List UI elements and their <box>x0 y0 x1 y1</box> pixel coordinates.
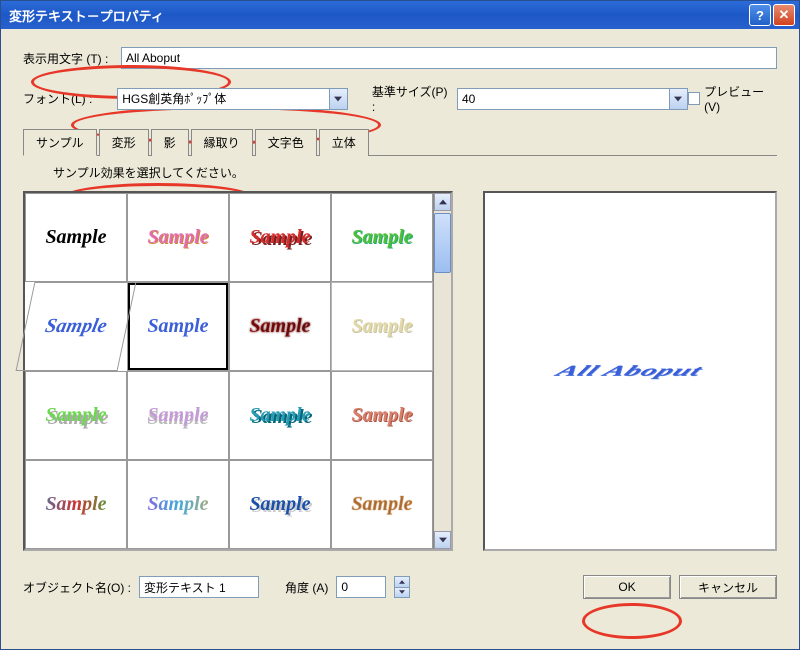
sample-cell[interactable]: Sample <box>229 460 331 549</box>
sample-cell[interactable]: Sample <box>16 282 137 371</box>
sample-cell[interactable]: Sample <box>331 193 433 282</box>
sample-cell[interactable]: Sample <box>127 282 229 371</box>
display-text-label: 表示用文字 (T) : <box>23 50 121 67</box>
base-size-label: 基準サイズ(P) : <box>372 83 451 114</box>
close-button[interactable]: ✕ <box>773 4 795 26</box>
spin-down-icon[interactable] <box>395 588 409 598</box>
scroll-thumb[interactable] <box>434 213 451 273</box>
scrollbar[interactable] <box>433 193 451 549</box>
chevron-down-icon[interactable] <box>330 88 348 110</box>
angle-stepper[interactable] <box>394 576 410 598</box>
scroll-track[interactable] <box>434 273 451 531</box>
cancel-button[interactable]: キャンセル <box>679 575 777 599</box>
tab-hint: サンプル効果を選択してください。 <box>53 164 777 181</box>
angle-label: 角度 (A) <box>285 579 328 596</box>
annotation-ring <box>582 603 682 639</box>
tab-bar: サンプル 変形 影 縁取り 文字色 立体 <box>23 128 777 156</box>
font-label: フォント(L) : <box>23 90 117 107</box>
scroll-up-icon[interactable] <box>434 193 451 211</box>
scroll-down-icon[interactable] <box>434 531 451 549</box>
window-title: 変形テキスト－プロパティ <box>9 6 747 25</box>
sample-cell[interactable]: Sample <box>127 193 229 282</box>
sample-grid: Sample Sample Sample Sample Sample Sampl… <box>23 191 453 551</box>
tab-3d[interactable]: 立体 <box>319 129 369 156</box>
preview-pane: All Aboput <box>483 191 777 551</box>
font-combo-value[interactable] <box>117 88 330 110</box>
sample-cell[interactable]: Sample <box>229 371 331 460</box>
preview-checkbox-label: プレビュー(V) <box>704 83 777 114</box>
tab-color[interactable]: 文字色 <box>255 129 317 156</box>
checkbox-icon[interactable] <box>688 92 701 105</box>
font-combo[interactable] <box>117 88 348 110</box>
sample-cell[interactable]: Sample <box>25 460 127 549</box>
sample-cell[interactable]: Sample <box>331 460 433 549</box>
help-button[interactable]: ? <box>749 4 771 26</box>
spin-up-icon[interactable] <box>395 577 409 588</box>
sample-cell[interactable]: Sample <box>25 371 127 460</box>
size-combo-value[interactable] <box>457 88 670 110</box>
tab-deform[interactable]: 変形 <box>99 129 149 156</box>
tab-shadow[interactable]: 影 <box>151 129 189 156</box>
ok-button[interactable]: OK <box>583 575 671 599</box>
tab-sample[interactable]: サンプル <box>23 129 97 156</box>
sample-cell[interactable]: Sample <box>229 193 331 282</box>
sample-cell[interactable]: Sample <box>127 371 229 460</box>
display-text-input[interactable] <box>121 47 777 69</box>
preview-checkbox[interactable]: プレビュー(V) <box>688 83 777 114</box>
angle-input[interactable] <box>336 576 386 598</box>
preview-text: All Aboput <box>552 363 707 380</box>
size-combo[interactable] <box>457 88 688 110</box>
sample-cell[interactable]: Sample <box>25 193 127 282</box>
titlebar: 変形テキスト－プロパティ ? ✕ <box>1 1 799 29</box>
tab-outline[interactable]: 縁取り <box>191 129 253 156</box>
object-name-input[interactable] <box>139 576 259 598</box>
sample-cell[interactable]: Sample <box>331 282 433 371</box>
sample-cell[interactable]: Sample <box>127 460 229 549</box>
chevron-down-icon[interactable] <box>670 88 688 110</box>
sample-cell[interactable]: Sample <box>229 282 331 371</box>
sample-cell[interactable]: Sample <box>331 371 433 460</box>
object-name-label: オブジェクト名(O) : <box>23 579 131 596</box>
